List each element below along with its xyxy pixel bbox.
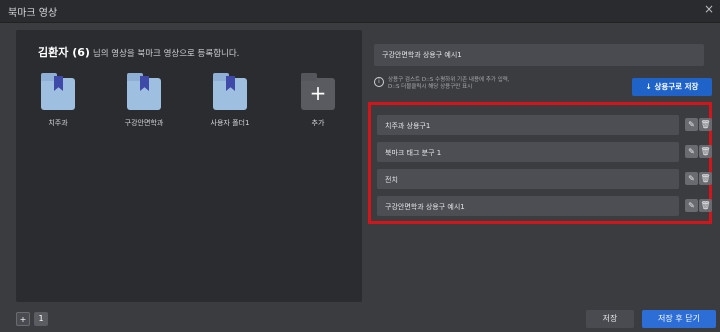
delete-icon[interactable]: 🗑	[699, 199, 712, 212]
delete-icon[interactable]: 🗑	[699, 145, 712, 158]
patient-name: 김환자 (6)	[38, 46, 90, 59]
phrase-item[interactable]: 구강안면학과 상용구 예시1	[377, 196, 679, 216]
save-and-close-button[interactable]: 저장 후 닫기	[642, 310, 716, 328]
info-text: 상용구 검스트 D::S 수평하위 기존 내용에 추가 입력, D::S 더블클…	[388, 77, 510, 90]
phrase-input[interactable]: 구강안면학과 상용구 예시1	[374, 44, 704, 66]
phrase-item[interactable]: 전치	[377, 169, 679, 189]
phrase-item[interactable]: 치주과 상용구1	[377, 115, 679, 135]
phrase-label: 치주과 상용구1	[385, 122, 431, 130]
add-button[interactable]: +	[16, 312, 30, 326]
close-icon[interactable]: ×	[704, 2, 714, 16]
phrase-input-value: 구강안면학과 상용구 예시1	[382, 51, 462, 59]
page-number[interactable]: 1	[34, 312, 48, 326]
folder-bookmark-icon	[140, 76, 149, 91]
folder-label: 사용자 폴더1	[210, 119, 250, 127]
info-icon: i	[374, 77, 384, 87]
save-as-phrase-button[interactable]: ↓ 상용구로 저장	[632, 78, 712, 96]
phrase-label: 북마크 태그 분구 1	[385, 149, 442, 157]
panel-heading: 김환자 (6) 님의 영상을 북마크 영상으로 등록합니다.	[38, 44, 239, 60]
title-bar: 북마크 영상 ×	[0, 0, 720, 23]
delete-icon[interactable]: 🗑	[699, 172, 712, 185]
phrase-label: 구강안면학과 상용구 예시1	[385, 203, 465, 211]
delete-icon[interactable]: 🗑	[699, 118, 712, 131]
panel-description: 님의 영상을 북마크 영상으로 등록합니다.	[92, 49, 240, 59]
folder-panel: 김환자 (6) 님의 영상을 북마크 영상으로 등록합니다. 치주과 구강안면학과…	[16, 30, 362, 302]
edit-icon[interactable]: ✎	[685, 172, 698, 185]
edit-icon[interactable]: ✎	[685, 118, 698, 131]
folder-periodontics[interactable]: 치주과	[38, 73, 78, 128]
window-title: 북마크 영상	[8, 8, 58, 19]
phrase-label: 전치	[385, 176, 398, 184]
folder-bookmark-icon	[226, 76, 235, 91]
folder-bookmark-icon	[54, 76, 63, 91]
phrase-list-highlight: 치주과 상용구1 ✎ 🗑 북마크 태그 분구 1 ✎ 🗑 전치 ✎ 🗑 구강안면…	[368, 102, 712, 224]
add-folder-label: 추가	[311, 119, 325, 127]
edit-icon[interactable]: ✎	[685, 145, 698, 158]
folder-label: 구강안면학과	[124, 119, 164, 127]
phrase-item[interactable]: 북마크 태그 분구 1	[377, 142, 679, 162]
edit-icon[interactable]: ✎	[685, 199, 698, 212]
folder-label: 치주과	[48, 119, 68, 127]
add-folder-button[interactable]: + 추가	[298, 73, 338, 128]
save-button[interactable]: 저장	[586, 310, 634, 328]
plus-icon: +	[309, 81, 327, 105]
folder-user-1[interactable]: 사용자 폴더1	[210, 73, 250, 128]
folder-oral-facial[interactable]: 구강안면학과	[124, 73, 164, 128]
